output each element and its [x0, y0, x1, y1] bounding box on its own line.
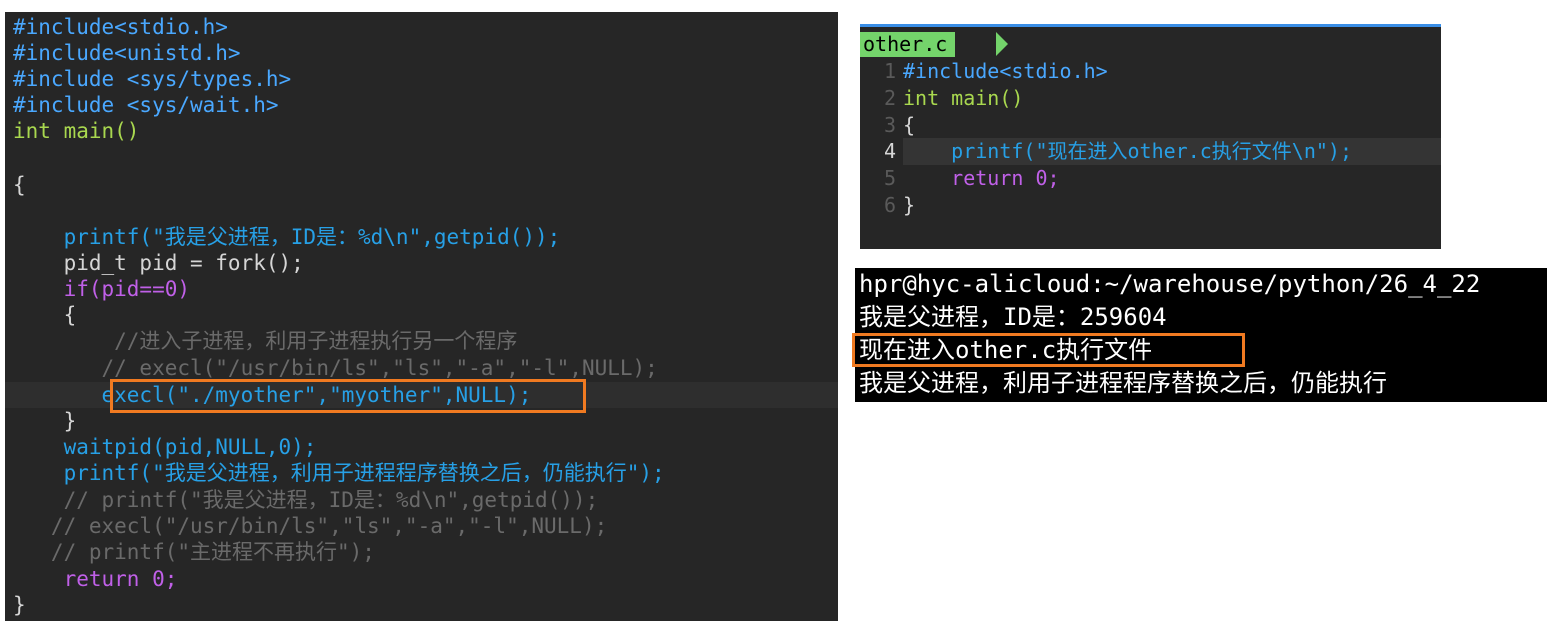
line-number-active: 4	[883, 139, 896, 163]
right-code-line-2: int main()	[903, 86, 1024, 110]
code-line-7: {	[13, 173, 26, 197]
right-code-line-6: }	[903, 193, 916, 217]
editor-top-border	[860, 24, 1441, 27]
left-code-editor[interactable]: #include<stdio.h> #include<unistd.h> #in…	[5, 12, 838, 621]
right-code-line-3: {	[903, 113, 916, 137]
execl-highlight-box	[110, 379, 586, 413]
line-number: 5	[883, 166, 896, 190]
code-line-5: int main()	[13, 119, 140, 143]
code-line-21: // printf("主进程不再执行");	[13, 540, 375, 564]
line-number: 1	[883, 59, 896, 83]
line-number: 3	[883, 113, 896, 137]
code-line-10: pid_t pid = fork();	[13, 251, 304, 275]
line-number: 6	[883, 193, 896, 217]
code-line-9: printf("我是父进程，ID是：%d\n",getpid());	[13, 225, 561, 249]
code-line-17: waitpid(pid,NULL,0);	[13, 435, 317, 459]
tab-arrow-icon	[996, 32, 1008, 56]
terminal-output-line: 我是父进程，利用子进程程序替换之后，仍能执行	[859, 369, 1387, 397]
line-number: 2	[883, 86, 896, 110]
code-line-18: printf("我是父进程，利用子进程程序替换之后，仍能执行");	[13, 461, 665, 485]
code-line-3: #include <sys/types.h>	[13, 67, 292, 91]
code-line-22: return 0;	[13, 567, 178, 591]
right-code-editor[interactable]: other.c 1 2 3 4 5 6 #include<stdio.h> in…	[860, 24, 1441, 249]
code-line-12: {	[13, 303, 77, 327]
code-line-20: // execl("/usr/bin/ls","ls","-a","-l",NU…	[13, 514, 608, 538]
file-tab-label[interactable]: other.c	[860, 32, 956, 57]
code-line-23: }	[13, 593, 26, 617]
terminal-prompt-line: hpr@hyc-alicloud:~/warehouse/python/26_4…	[859, 270, 1481, 298]
code-line-13: //进入子进程，利用子进程执行另一个程序	[13, 329, 518, 353]
terminal-output-line: 我是父进程，ID是：259604	[859, 303, 1167, 331]
right-code-line-5: return 0;	[903, 166, 1060, 190]
code-line-16: }	[13, 409, 77, 433]
code-line-14: // execl("/usr/bin/ls","ls","-a","-l",NU…	[13, 356, 658, 380]
terminal-highlight-box	[852, 333, 1245, 367]
code-line-19: // printf("我是父进程，ID是：%d\n",getpid());	[13, 488, 599, 512]
right-code-line-1: #include<stdio.h>	[903, 59, 1108, 83]
code-line-2: #include<unistd.h>	[13, 41, 241, 65]
code-line-1: #include<stdio.h>	[13, 15, 228, 39]
code-line-11: if(pid==0)	[13, 277, 191, 301]
code-line-4: #include <sys/wait.h>	[13, 93, 279, 117]
right-code-line-4: printf("现在进入other.c执行文件\n");	[903, 139, 1352, 163]
